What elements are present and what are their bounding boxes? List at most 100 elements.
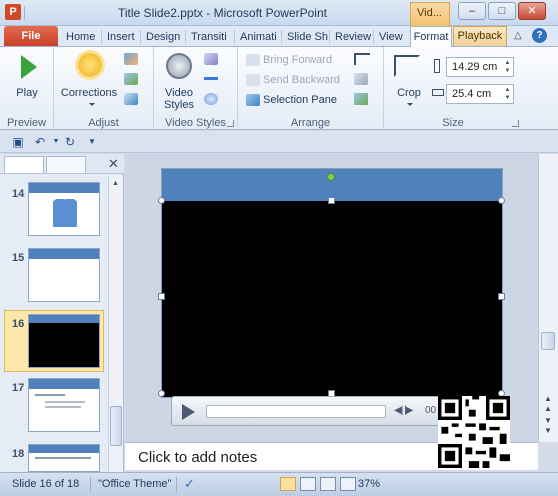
group-objects-icon[interactable] <box>354 73 368 85</box>
selection-pane-button[interactable]: Selection Pane <box>246 91 337 109</box>
ribbon-tab-row: File Home Insert Design Transiti Animati… <box>0 26 558 47</box>
tab-transitions[interactable]: Transiti <box>187 28 233 46</box>
slide-show-view-icon[interactable] <box>340 477 356 491</box>
slide-thumbnail-17[interactable] <box>28 378 100 432</box>
slide-number: 15 <box>12 252 25 264</box>
video-styles-label-line2[interactable]: Styles <box>156 99 202 111</box>
width-input[interactable]: 25.4 cm ▲ ▼ <box>446 84 514 104</box>
play-icon[interactable] <box>21 55 37 79</box>
slide-sorter-view-icon[interactable] <box>300 477 316 491</box>
title-bar: P Title Slide2.pptx - Microsoft PowerPoi… <box>0 0 558 26</box>
video-effects-icon[interactable] <box>204 93 218 105</box>
size-launcher-icon[interactable] <box>512 120 519 127</box>
slide-thumbnail-14[interactable] <box>28 182 100 236</box>
minimize-ribbon-icon[interactable]: △ <box>514 30 522 41</box>
status-bar: Slide 16 of 18 "Office Theme" ✓ 37% <box>0 472 558 496</box>
resize-handle-r[interactable] <box>498 293 505 300</box>
tab-home[interactable]: Home <box>62 28 99 46</box>
notes-placeholder[interactable]: Click to add notes <box>138 449 257 466</box>
color-icon[interactable] <box>124 53 138 65</box>
tab-separator <box>373 30 374 44</box>
save-icon[interactable]: ▣ <box>10 134 26 150</box>
powerpoint-app-icon[interactable]: P <box>5 4 21 20</box>
reset-design-icon[interactable] <box>124 93 138 105</box>
slide-number: 16 <box>12 318 25 330</box>
editor-scrollbar[interactable]: ▲ ▲ ▼ ▼ <box>538 154 558 442</box>
bring-forward-label: Bring Forward <box>263 54 333 66</box>
reading-view-icon[interactable] <box>320 477 336 491</box>
current-slide[interactable] <box>158 168 505 398</box>
slides-scroll-thumb[interactable] <box>110 406 122 446</box>
tab-format[interactable]: Format <box>410 26 452 47</box>
bring-forward-button[interactable]: Bring Forward <box>246 51 332 69</box>
resize-handle-tl[interactable] <box>158 197 165 204</box>
undo-icon[interactable]: ↶ <box>32 134 48 150</box>
minimize-button[interactable]: – <box>458 2 486 20</box>
tab-playback[interactable]: Playback <box>453 26 507 46</box>
qr-code-icon <box>438 396 510 468</box>
maximize-button[interactable]: □ <box>488 2 516 20</box>
rotation-handle[interactable] <box>327 173 335 181</box>
rotate-icon[interactable] <box>354 93 368 105</box>
slides-pane: ✕ 14 15 16 17 18 ▲ <box>0 154 124 472</box>
slide-thumbnail-18[interactable] <box>28 444 100 472</box>
thumb-banner <box>29 249 99 259</box>
video-border-icon[interactable] <box>204 77 218 80</box>
size-group: Crop 14.29 cm ▲ ▼ 25.4 cm ▲ ▼ Size <box>384 47 522 131</box>
slide-thumbnail-15[interactable] <box>28 248 100 302</box>
tab-design[interactable]: Design <box>142 28 184 46</box>
video-styles-label-line1[interactable]: Video <box>156 87 202 99</box>
video-styles-reel-icon[interactable] <box>166 53 192 79</box>
resize-handle-tr[interactable] <box>498 197 505 204</box>
height-spin-arrows-icon[interactable]: ▲ ▼ <box>503 59 512 75</box>
media-seek-bar[interactable] <box>206 405 386 418</box>
corrections-button-label[interactable]: Corrections <box>54 87 124 99</box>
corrections-sun-icon[interactable] <box>78 53 102 77</box>
crop-dropdown-icon[interactable] <box>407 103 413 106</box>
tab-separator <box>281 30 282 44</box>
tab-slide-show[interactable]: Slide Sh <box>283 28 328 46</box>
theme-name[interactable]: "Office Theme" <box>98 478 171 490</box>
customize-qat-icon[interactable]: ▼ <box>84 134 100 150</box>
previous-slide-icon[interactable]: ▲ ▲ <box>544 394 552 414</box>
spell-check-icon[interactable]: ✓ <box>184 476 195 492</box>
resize-handle-t[interactable] <box>328 197 335 204</box>
resize-handle-l[interactable] <box>158 293 165 300</box>
height-input[interactable]: 14.29 cm ▲ ▼ <box>446 57 514 77</box>
redo-icon[interactable]: ↻ <box>62 134 78 150</box>
slides-scrollbar[interactable]: ▲ <box>108 176 123 472</box>
tab-slides-icon[interactable] <box>4 156 44 173</box>
hexagon-graphic-icon <box>53 199 77 227</box>
media-step-icons[interactable]: ◀| |▶ <box>394 405 413 416</box>
resize-handle-bl[interactable] <box>158 390 165 397</box>
width-spin-arrows-icon[interactable]: ▲ ▼ <box>503 86 512 102</box>
video-tools-context-title: Vid... <box>410 2 450 26</box>
crop-button-label[interactable]: Crop <box>386 87 432 99</box>
poster-frame-icon[interactable] <box>124 73 138 85</box>
play-button-label[interactable]: Play <box>0 87 54 99</box>
send-backward-button[interactable]: Send Backward <box>246 71 340 89</box>
editor-scroll-thumb[interactable] <box>541 332 555 350</box>
video-object[interactable] <box>162 201 502 397</box>
tab-file[interactable]: File <box>4 26 58 46</box>
crop-icon[interactable] <box>394 55 420 77</box>
selection-pane-icon <box>246 94 260 107</box>
close-pane-icon[interactable]: ✕ <box>108 156 119 172</box>
scroll-up-icon[interactable]: ▲ <box>112 180 119 187</box>
tab-view[interactable]: View <box>375 28 407 46</box>
align-icon[interactable] <box>354 53 370 65</box>
help-icon[interactable]: ? <box>532 28 547 43</box>
tab-animations[interactable]: Animati <box>236 28 280 46</box>
video-styles-launcher-icon[interactable] <box>227 120 234 127</box>
tab-outline-icon[interactable] <box>46 156 86 173</box>
close-window-button[interactable]: ✕ <box>518 2 546 20</box>
tab-insert[interactable]: Insert <box>103 28 139 46</box>
normal-view-icon[interactable] <box>280 477 296 491</box>
slide-thumbnail-16[interactable] <box>28 314 100 368</box>
corrections-dropdown-icon[interactable] <box>89 103 95 106</box>
video-shape-icon[interactable] <box>204 53 218 65</box>
tab-review[interactable]: Review <box>331 28 375 46</box>
media-play-icon[interactable] <box>182 404 195 420</box>
next-slide-icon[interactable]: ▼ ▼ <box>544 416 552 436</box>
zoom-level[interactable]: 37% <box>358 478 380 490</box>
